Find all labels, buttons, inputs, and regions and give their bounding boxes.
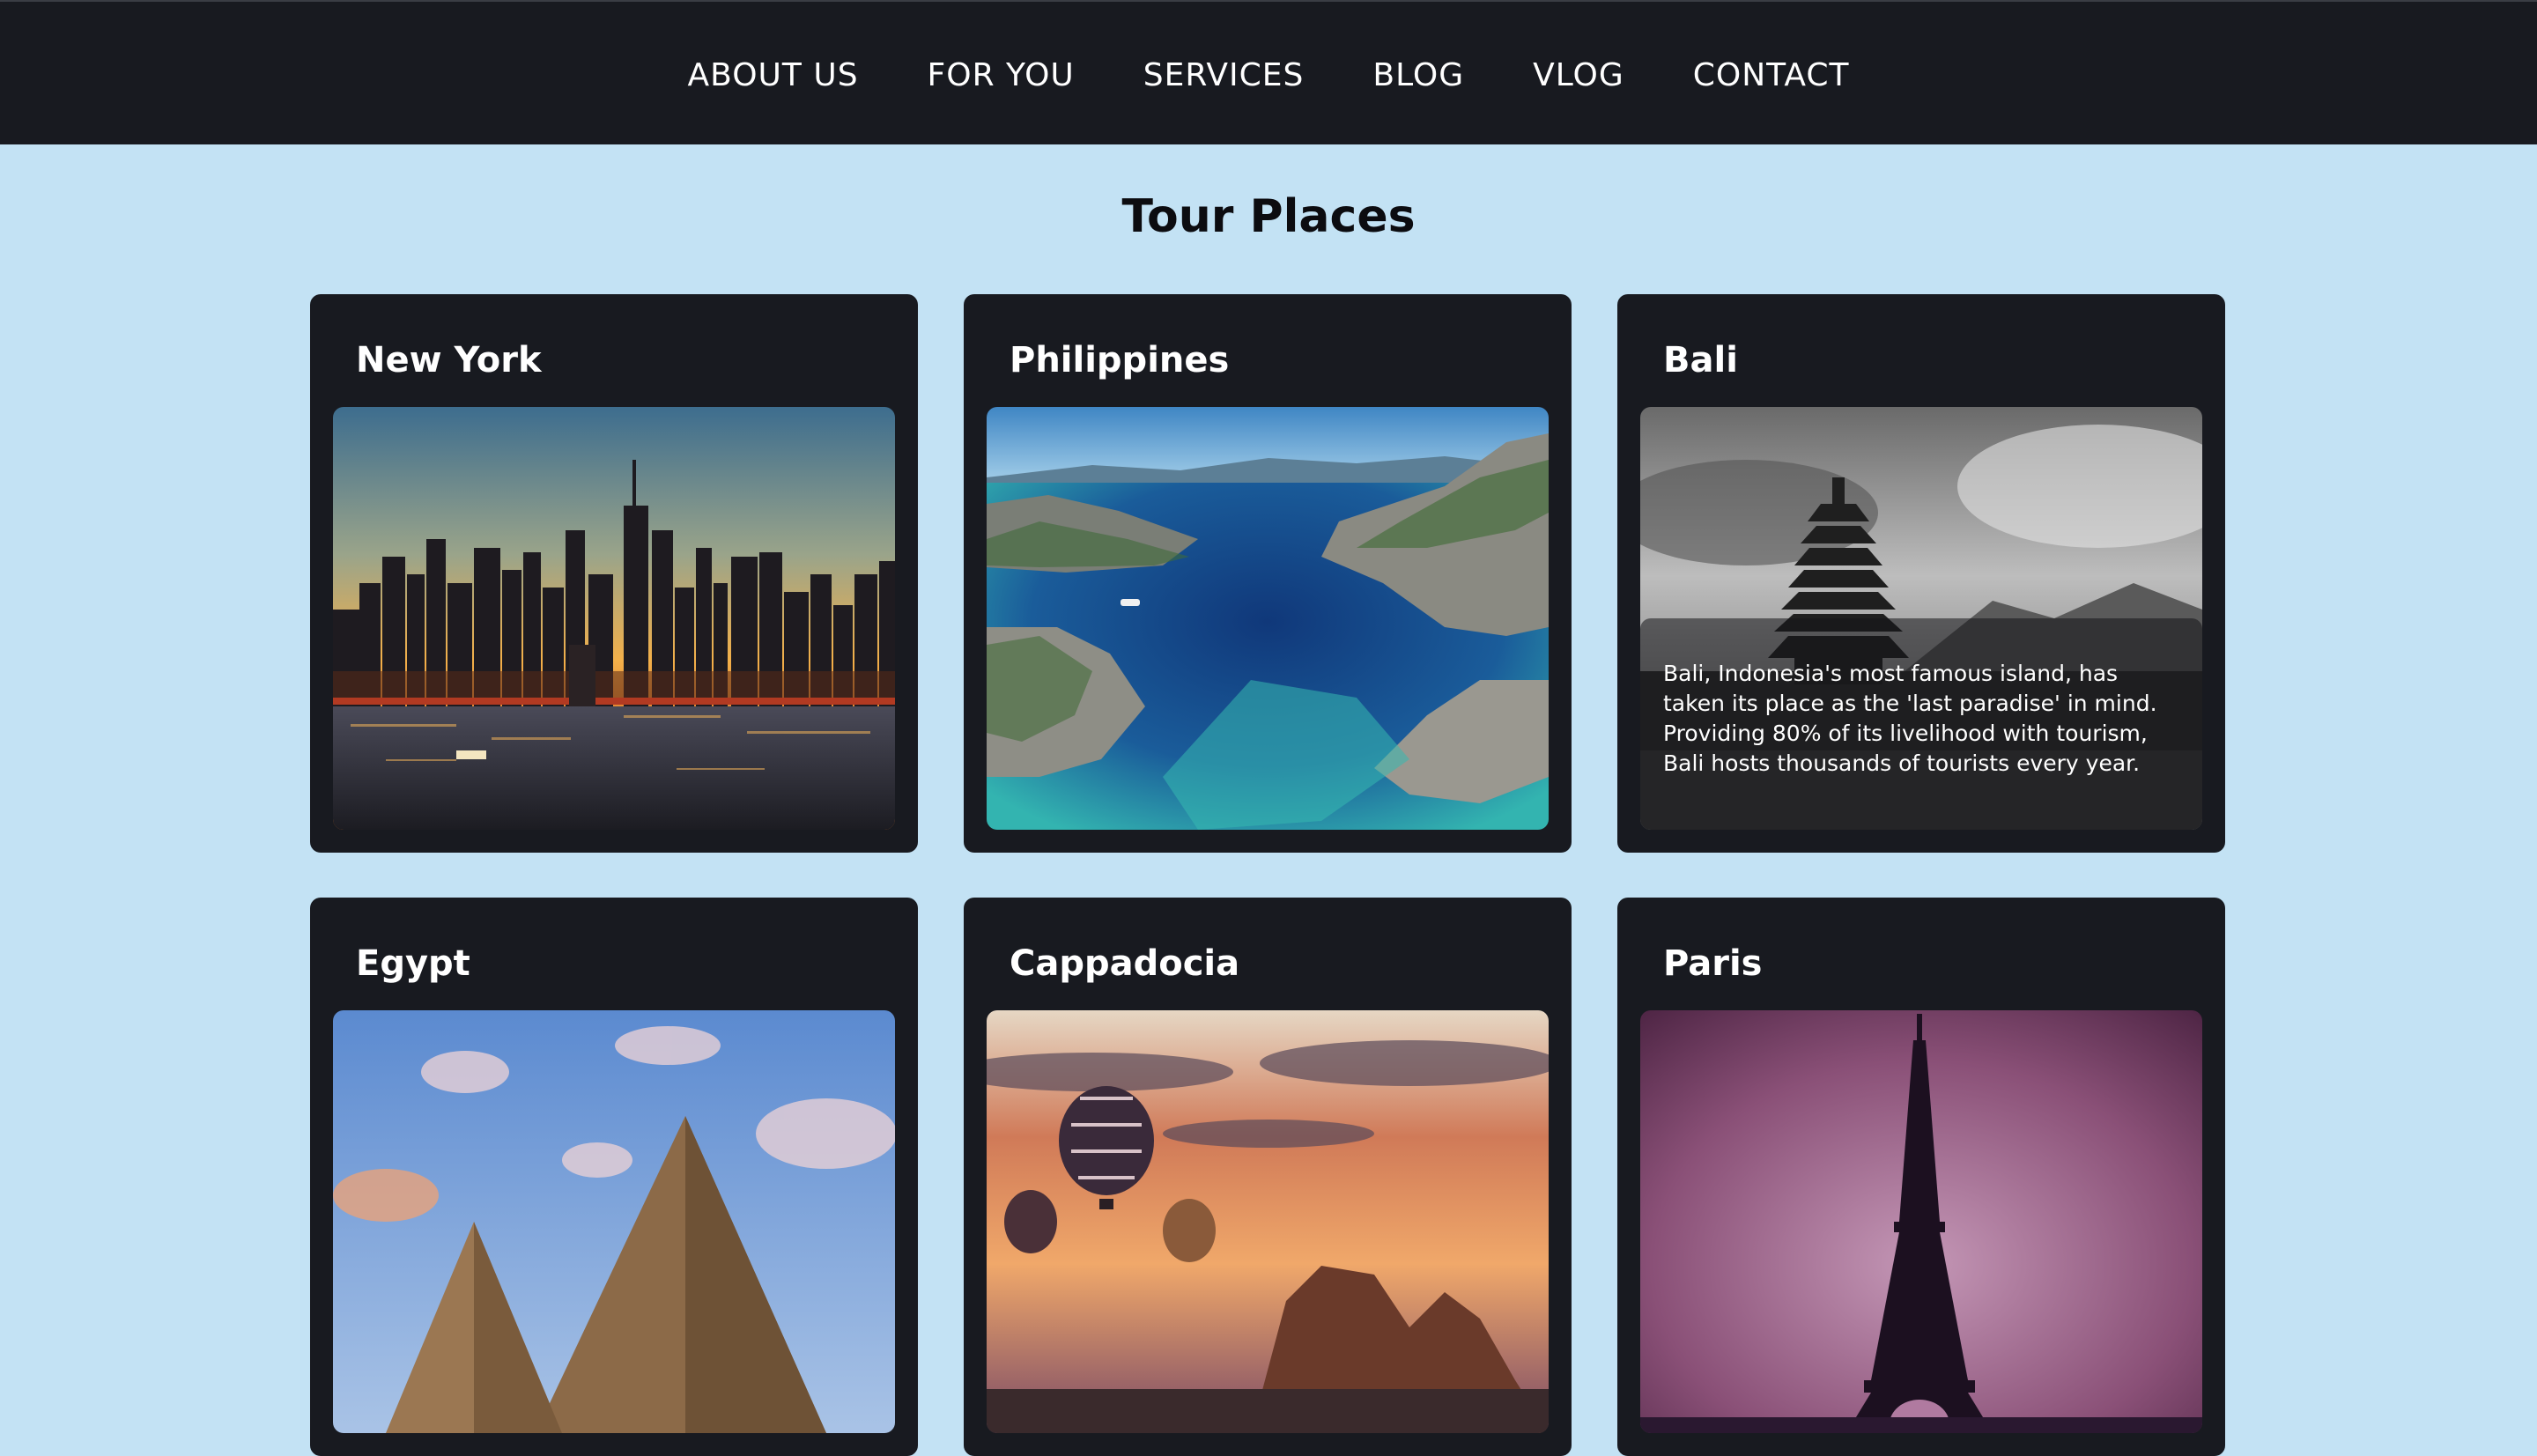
nav-link-about-us[interactable]: ABOUT US <box>688 54 859 93</box>
tour-card-philippines[interactable]: Philippines <box>964 294 1572 853</box>
card-title: Paris <box>1663 943 1763 984</box>
card-title: Bali <box>1663 340 1738 381</box>
bali-description-overlay: Bali, Indonesia's most famous island, ha… <box>1640 618 2202 830</box>
cappadocia-balloons-image <box>987 1010 1549 1433</box>
nav-link-services[interactable]: SERVICES <box>1143 54 1305 93</box>
nav-link-contact[interactable]: CONTACT <box>1693 54 1850 93</box>
new-york-skyline-image <box>333 407 895 830</box>
tour-card-new-york[interactable]: New York <box>310 294 918 853</box>
philippines-lagoon-image <box>987 407 1549 830</box>
nav-link-blog[interactable]: BLOG <box>1372 54 1464 93</box>
card-title: Philippines <box>1010 340 1230 381</box>
page-title: Tour Places <box>1121 190 1416 243</box>
nav-link-vlog[interactable]: VLOG <box>1533 54 1624 93</box>
tour-card-paris[interactable]: Paris <box>1617 898 2225 1456</box>
card-title: Egypt <box>356 943 470 984</box>
egypt-pyramids-image <box>333 1010 895 1433</box>
tour-card-bali[interactable]: Bali Bali, Indonesia's most famous islan… <box>1617 294 2225 853</box>
card-title: New York <box>356 340 542 381</box>
nav-link-for-you[interactable]: FOR YOU <box>928 54 1075 93</box>
bali-description: Bali, Indonesia's most famous island, ha… <box>1663 661 2157 776</box>
tour-card-egypt[interactable]: Egypt <box>310 898 918 1456</box>
bali-temple-image: Bali, Indonesia's most famous island, ha… <box>1640 407 2202 830</box>
tour-card-cappadocia[interactable]: Cappadocia <box>964 898 1572 1456</box>
top-navigation: ABOUT US FOR YOU SERVICES BLOG VLOG CONT… <box>0 0 2537 144</box>
paris-eiffel-tower-image <box>1640 1010 2202 1433</box>
card-title: Cappadocia <box>1010 943 1240 984</box>
